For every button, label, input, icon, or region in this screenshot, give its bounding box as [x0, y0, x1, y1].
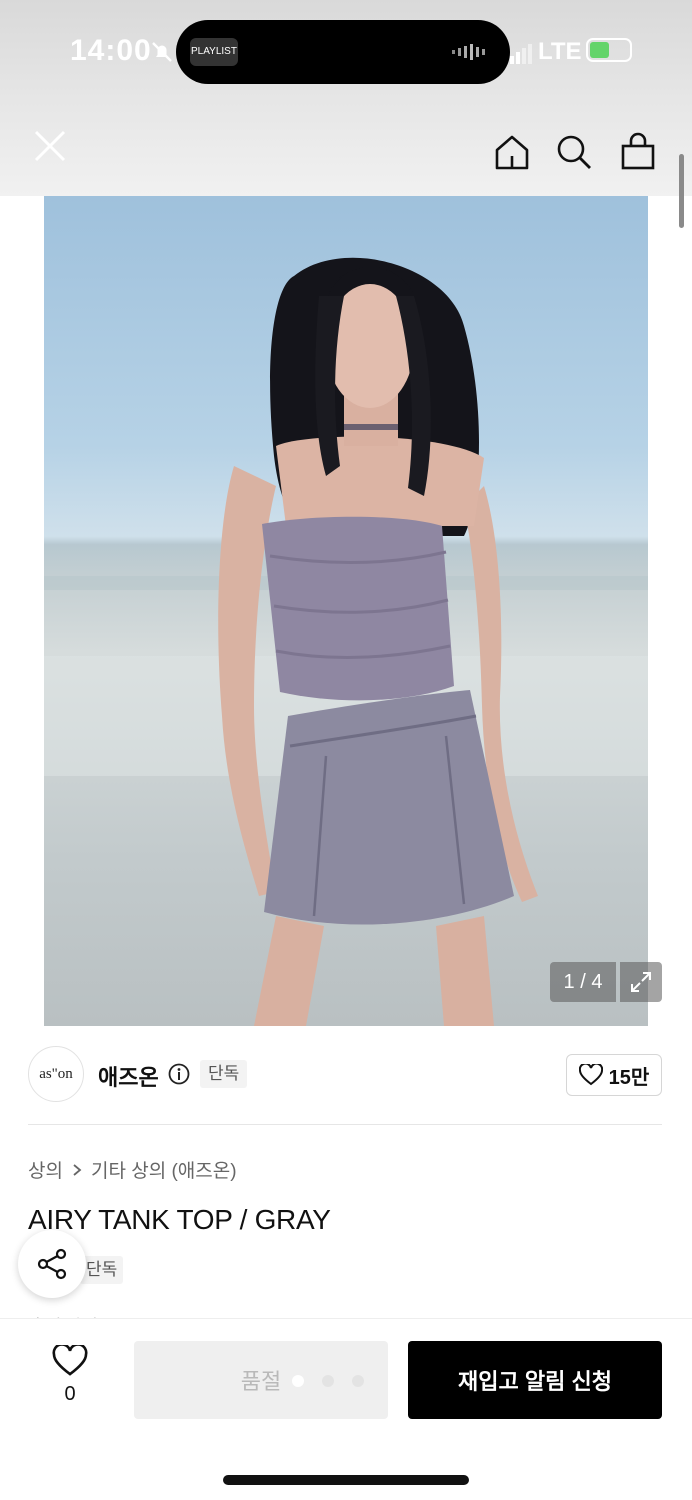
- scrollbar[interactable]: [679, 154, 684, 228]
- search-button[interactable]: [550, 128, 598, 176]
- home-icon: [495, 135, 529, 170]
- expand-button[interactable]: [620, 962, 662, 1002]
- cart-button[interactable]: [614, 128, 662, 176]
- home-button[interactable]: [488, 128, 536, 176]
- brand-like-button[interactable]: 15만: [566, 1054, 662, 1096]
- loading-dot: [322, 1375, 334, 1387]
- wishlist-button[interactable]: 0: [40, 1345, 100, 1415]
- close-icon: [34, 130, 66, 162]
- breadcrumb: 상의 기타 상의 (애즈온): [28, 1156, 237, 1183]
- loading-dots: [292, 1375, 364, 1387]
- status-time: 14:00: [70, 34, 152, 67]
- breadcrumb-subcategory[interactable]: 기타 상의 (애즈온): [91, 1156, 237, 1183]
- loading-dot: [352, 1375, 364, 1387]
- breadcrumb-category[interactable]: 상의: [28, 1156, 63, 1183]
- exclusive-badge: 단독: [200, 1060, 248, 1088]
- share-button[interactable]: [18, 1230, 86, 1298]
- wishlist-count: 0: [64, 1383, 76, 1405]
- shopping-bag-icon: [621, 132, 655, 170]
- soldout-label: 품절: [240, 1369, 282, 1394]
- heart-icon: [578, 1064, 603, 1086]
- top-nav: [0, 100, 692, 196]
- product-exclusive-badge: 단독: [80, 1256, 124, 1284]
- home-indicator: [223, 1475, 469, 1485]
- like-count: 15만: [608, 1066, 650, 1089]
- status-bar: 14:00 PLAYLIST LTE: [0, 0, 692, 100]
- battery-icon: [586, 38, 632, 62]
- dynamic-island: PLAYLIST: [176, 20, 510, 84]
- share-icon: [37, 1248, 67, 1280]
- chevron-right-icon: [73, 1163, 82, 1176]
- heart-icon: [52, 1345, 88, 1376]
- audio-wave-icon: [452, 44, 485, 60]
- close-button[interactable]: [26, 122, 74, 170]
- silent-bell-icon: [152, 42, 172, 62]
- model-photo: [44, 257, 648, 1026]
- search-icon: [557, 135, 591, 169]
- product-title: AIRY TANK TOP / GRAY: [28, 1204, 331, 1235]
- signal-icon: [510, 44, 532, 64]
- island-app-thumbnail: PLAYLIST: [190, 38, 238, 66]
- divider: [28, 1124, 662, 1125]
- brand-name[interactable]: 애즈온: [98, 1060, 159, 1092]
- bottom-action-bar: 0 품절 재입고 알림 신청: [0, 1318, 692, 1500]
- restock-alert-button[interactable]: 재입고 알림 신청: [408, 1341, 662, 1419]
- brand-row: as"on 애즈온 단독 15만: [0, 1026, 692, 1126]
- loading-dot: [292, 1375, 304, 1387]
- product-image[interactable]: [44, 196, 648, 1026]
- info-icon[interactable]: [168, 1063, 190, 1085]
- restock-label: 재입고 알림 신청: [458, 1369, 612, 1394]
- network-label: LTE: [538, 38, 582, 65]
- expand-icon: [631, 972, 651, 992]
- brand-logo[interactable]: as"on: [28, 1046, 84, 1102]
- image-counter: 1 / 4: [550, 962, 616, 1002]
